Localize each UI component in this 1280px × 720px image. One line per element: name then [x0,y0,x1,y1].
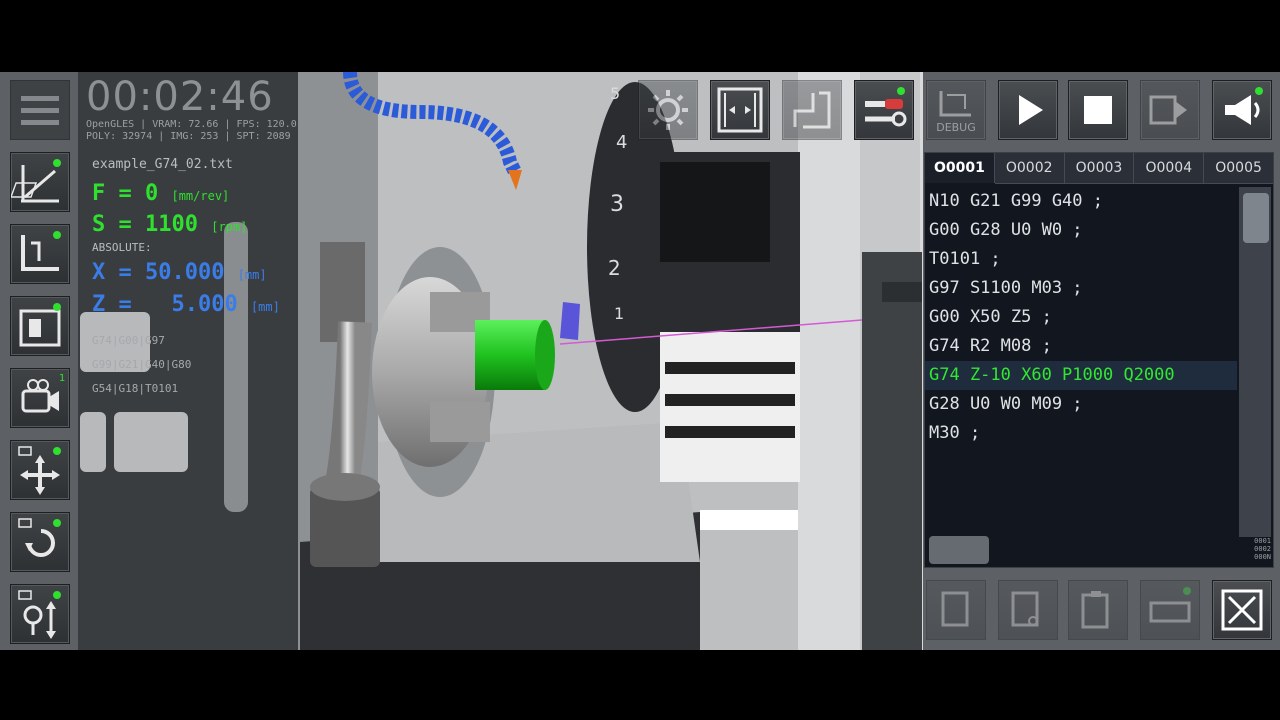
scrollbar-thumb[interactable] [1243,193,1269,243]
turret-label-3: 3 [610,192,624,217]
speed-readout: S = 1100 [rpm] [92,212,247,237]
feed-readout: F = 0 [mm/rev] [92,181,229,206]
modal-codes-1: G74|G00|G97 [92,334,165,347]
code-line[interactable]: G00 X50 Z5 ; [925,303,1237,332]
camera-rotate-icon [18,518,61,557]
tab-o0004[interactable]: O0004 [1134,153,1205,184]
modal-codes-3: G54|G18|T0101 [92,382,179,395]
code-line[interactable]: M30 ; [925,419,1237,448]
stop-icon [1084,96,1112,124]
turret-label-2: 2 [608,256,621,280]
play-icon [1019,95,1043,125]
horizontal-scroll-handle[interactable] [929,536,989,564]
hamburger-icon [21,95,59,101]
graph-3d-icon [11,159,61,203]
tab-o0002[interactable]: O0002 [994,153,1065,184]
machine-icon [19,303,61,347]
scissors-icon [1011,591,1039,627]
cut-button[interactable] [998,580,1058,640]
code-line[interactable]: G97 S1100 M03 ; [925,274,1237,303]
z-unit: [mm] [250,300,280,314]
x-value: X = 50.000 [92,260,225,285]
tool-path-icon [21,231,61,271]
modal-codes-2: G99|G21|G40|G80 [92,358,192,371]
x-readout: X = 50.000 [mm] [92,260,267,285]
document-icon [941,591,969,627]
program-filename: example_G74_02.txt [92,157,233,172]
gcode-listing[interactable]: N10 G21 G99 G40 ; G00 G28 U0 W0 ; T0101 … [925,187,1237,537]
step-button[interactable] [1140,80,1200,140]
svg-text:5: 5 [610,84,620,103]
graph-view-button[interactable] [10,152,70,212]
machine-view-button[interactable] [10,296,70,356]
gear-icon [648,90,688,130]
tab-o0003[interactable]: O0003 [1064,153,1135,184]
tool-view-button[interactable] [10,224,70,284]
tab-o0001[interactable]: O0001 [925,153,995,183]
tab-o0005[interactable]: O0005 [1204,153,1273,184]
svg-text:1: 1 [59,373,65,384]
menu-button[interactable] [10,80,70,140]
camera-move-icon [18,446,61,495]
turret-label-1: 1 [614,304,625,323]
debug-button[interactable]: DEBUG [926,80,986,140]
elapsed-timer: 00:02:46 [86,74,274,120]
code-line-active[interactable]: G74 Z-10 X60 P1000 Q2000 [925,361,1237,390]
megaphone-icon [1225,87,1263,125]
tools-button[interactable] [854,80,914,140]
stop-button[interactable] [1068,80,1128,140]
turret-label-4: 4 [616,132,628,153]
close-editor-button[interactable] [1212,580,1272,640]
camera-zoom-button[interactable] [10,584,70,644]
settings-button[interactable] [638,80,698,140]
new-file-button[interactable] [926,580,986,640]
play-button[interactable] [998,80,1058,140]
camera-button[interactable]: 1 [10,368,70,428]
z-value: Z = 5.000 [92,292,238,317]
render-stats-1: OpenGLES | VRAM: 72.66 | FPS: 120.0 [86,119,297,130]
z-readout: Z = 5.000 [mm] [92,292,280,317]
fit-view-button[interactable] [710,80,770,140]
camera-icon: 1 [21,373,65,413]
code-line[interactable]: G74 R2 M08 ; [925,332,1237,361]
program-editor: O0001 O0002 O0003 O0004 O0005 N10 G21 G9… [924,152,1274,568]
code-line[interactable]: T0101 ; [925,245,1237,274]
keyboard-icon [1149,587,1191,623]
camera-pan-button[interactable] [10,440,70,500]
step-icon [1149,95,1187,125]
speed-unit: [rpm] [211,220,248,234]
sound-button[interactable] [1212,80,1272,140]
clipboard-icon [1081,591,1109,629]
code-line[interactable]: G00 G28 U0 W0 ; [925,216,1237,245]
camera-rotate-button[interactable] [10,512,70,572]
speed-value: S = 1100 [92,212,198,237]
camera-zoom-icon [18,590,61,639]
program-tabs: O0001 O0002 O0003 O0004 O0005 [925,153,1273,185]
keyboard-button[interactable] [1140,580,1200,640]
fit-width-icon [717,87,763,133]
toolpath-icon [793,91,831,129]
close-icon [1221,589,1263,631]
line-counter: 0001 0002 000N [1254,537,1271,561]
wrench-screwdriver-icon [865,87,907,127]
render-stats-2: POLY: 32974 | IMG: 253 | SPT: 2089 [86,131,291,142]
code-line[interactable]: N10 G21 G99 G40 ; [925,187,1237,216]
debug-label: DEBUG [936,121,976,134]
paste-button[interactable] [1068,580,1128,640]
coordinate-mode: ABSOLUTE: [92,241,152,254]
feed-unit: [mm/rev] [171,189,230,203]
toolpath-button[interactable] [782,80,842,140]
x-unit: [mm] [237,268,267,282]
feed-value: F = 0 [92,181,159,206]
code-line[interactable]: G28 U0 W0 M09 ; [925,390,1237,419]
